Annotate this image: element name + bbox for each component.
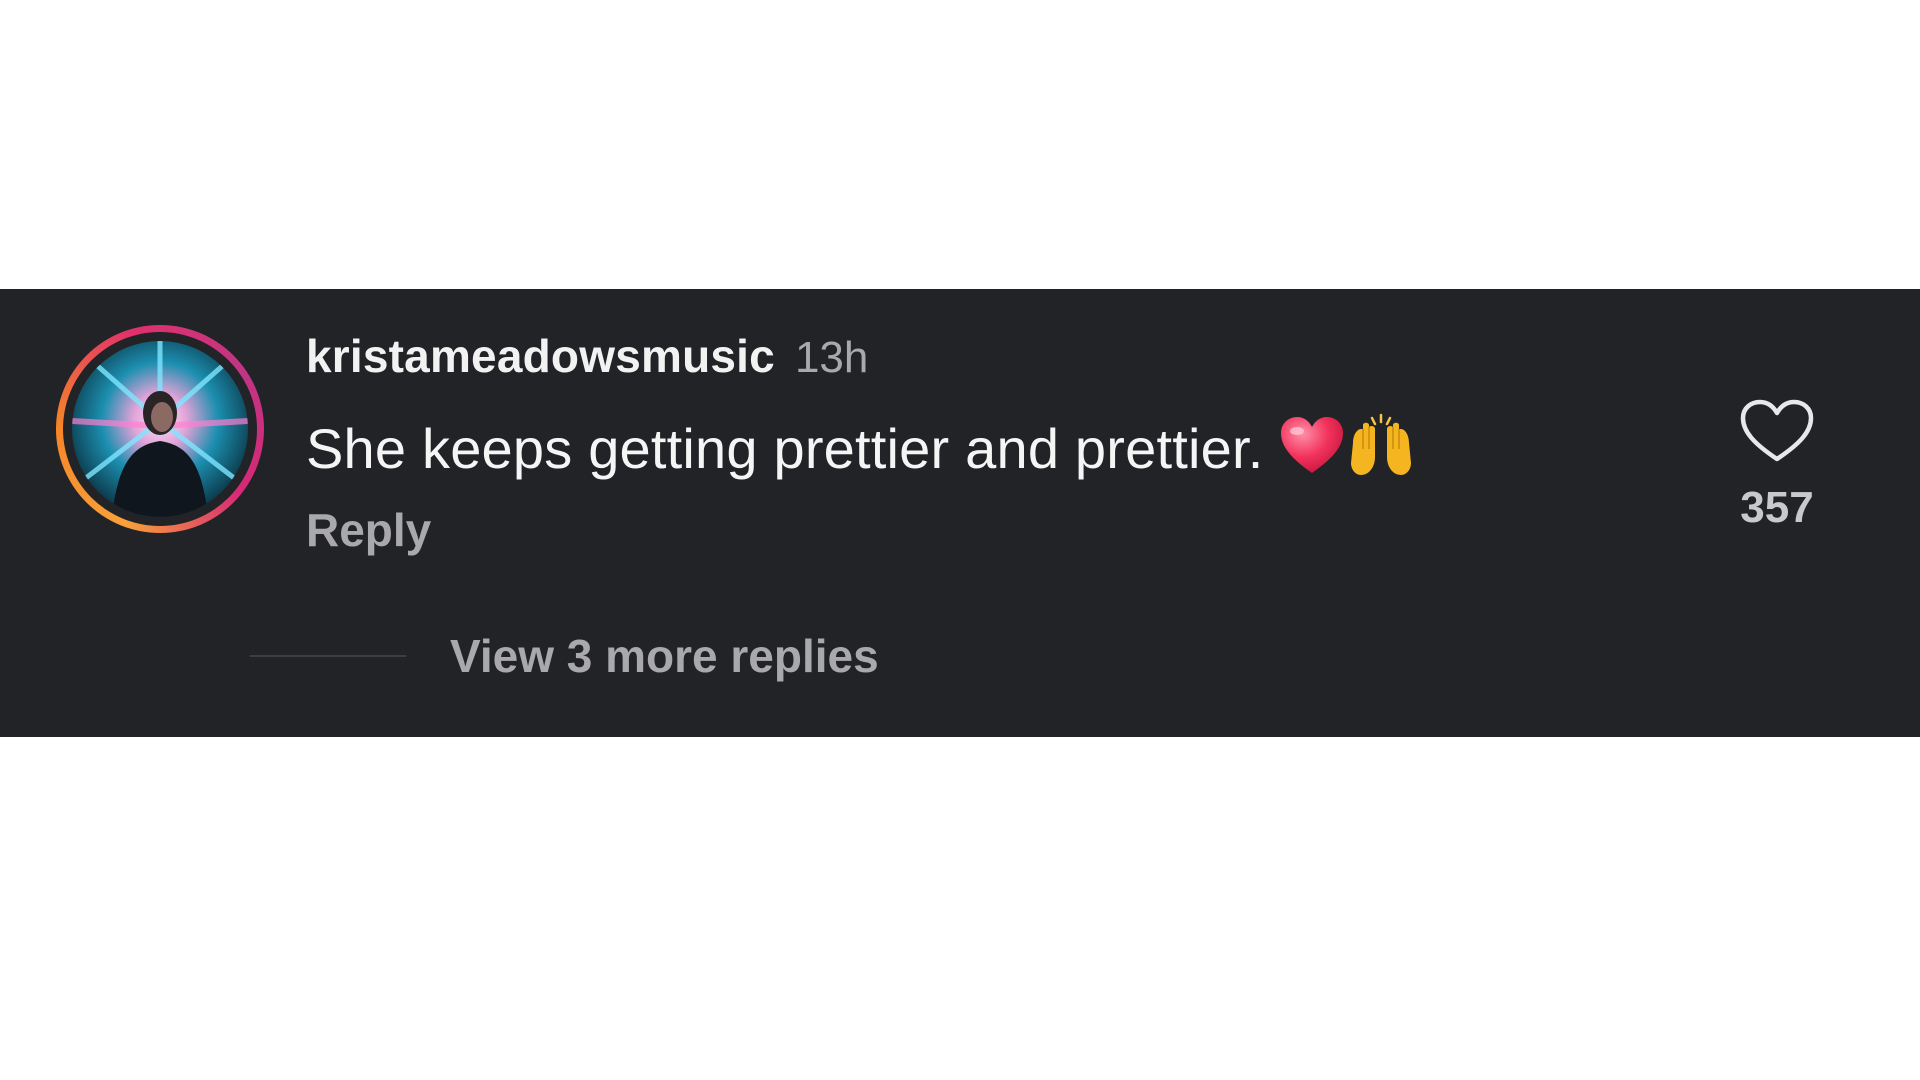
avatar[interactable] — [72, 341, 248, 517]
heart-outline-icon[interactable] — [1739, 399, 1815, 463]
username-link[interactable]: kristameadowsmusic — [306, 329, 775, 383]
like-count: 357 — [1740, 483, 1814, 532]
view-more-replies-label: View 3 more replies — [450, 630, 879, 682]
reply-button[interactable]: Reply — [306, 503, 1415, 557]
comment-text: She keeps getting prettier and prettier. — [306, 416, 1264, 480]
comment-panel: kristameadowsmusic 13h She keeps getting… — [0, 289, 1920, 737]
red-heart-emoji — [1279, 415, 1345, 482]
avatar-story-ring[interactable] — [56, 325, 264, 533]
comment-header: kristameadowsmusic 13h — [306, 329, 1415, 389]
comment-text-line: She keeps getting prettier and prettier. — [306, 413, 1415, 483]
view-more-replies-button[interactable]: View 3 more replies — [250, 629, 879, 683]
comment-body: kristameadowsmusic 13h She keeps getting… — [306, 329, 1415, 557]
like-section: 357 — [1722, 399, 1832, 533]
comment-timestamp: 13h — [794, 333, 869, 382]
avatar-image — [72, 341, 248, 517]
replies-divider-line — [250, 655, 406, 657]
raising-hands-emoji — [1347, 413, 1415, 484]
